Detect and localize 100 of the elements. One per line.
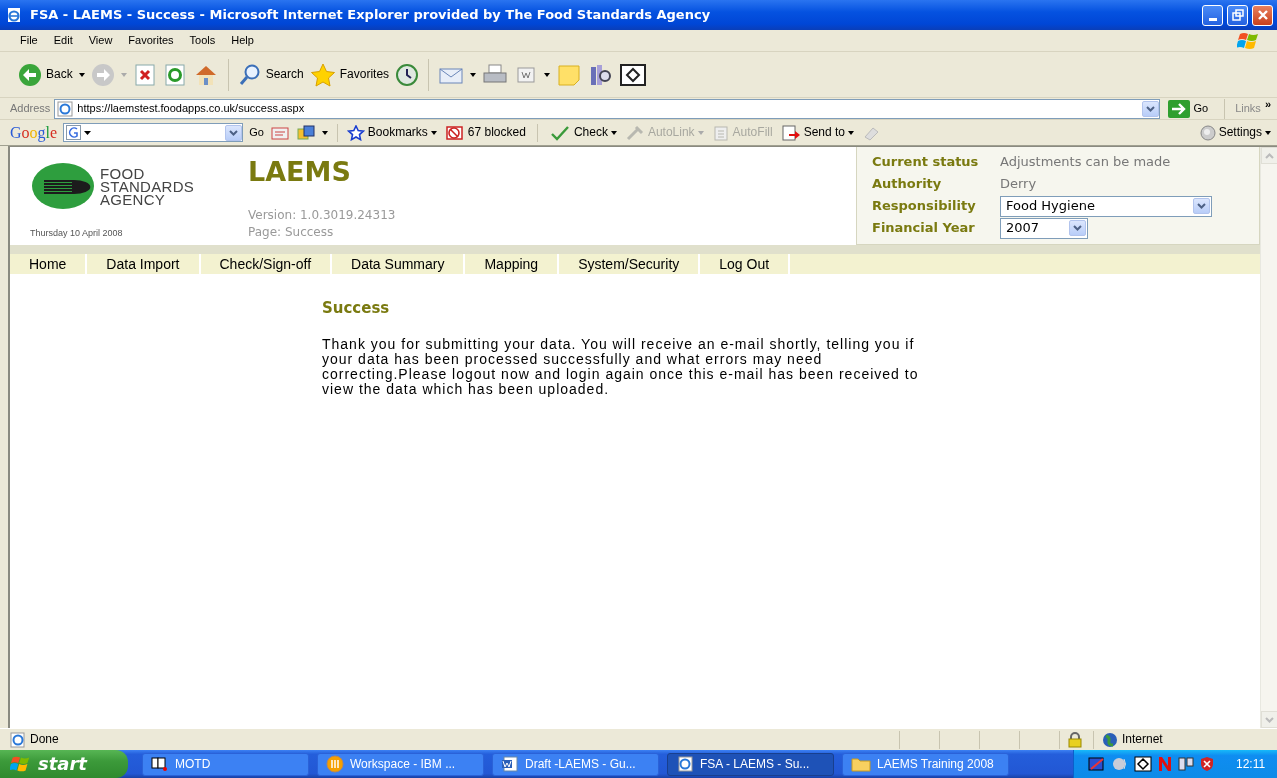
taskbar-button[interactable]: Draft -LAEMS - Gu... — [492, 752, 659, 776]
status-label: Responsibility — [872, 198, 977, 214]
agency-logo-icon — [30, 161, 96, 211]
browser-icon — [676, 756, 694, 772]
more-chevron[interactable]: » — [1264, 98, 1271, 112]
minimize-button[interactable] — [1202, 4, 1223, 26]
nav-link[interactable]: System/Security — [559, 254, 701, 274]
app-title: LAEMS — [248, 157, 352, 187]
restore-icon — [1231, 9, 1244, 21]
stop-button[interactable] — [132, 62, 157, 87]
menu-item[interactable]: Favorites — [120, 33, 182, 48]
agency-text: AGENCY — [100, 192, 166, 206]
messenger-icon[interactable] — [1134, 756, 1152, 772]
go-button[interactable]: Go — [1167, 99, 1209, 118]
refresh-button[interactable] — [162, 62, 187, 87]
menu-item[interactable]: Help — [223, 33, 262, 48]
caret-icon[interactable] — [470, 72, 477, 77]
close-button[interactable] — [1252, 4, 1273, 26]
nav-link[interactable]: Data Summary — [332, 254, 466, 274]
minimize-icon — [1208, 17, 1217, 21]
clock: 12:11 — [1236, 756, 1266, 772]
caret-icon[interactable] — [78, 72, 85, 77]
start-button[interactable]: start — [0, 750, 128, 778]
taskbar-button[interactable]: FSA - LAEMS - Su... — [667, 752, 834, 776]
google-search-field[interactable] — [63, 123, 244, 142]
taskbar-button[interactable]: LAEMS Training 2008 — [842, 752, 1009, 776]
status-value: Derry — [1000, 176, 1037, 192]
taskbar-button[interactable]: Workspace - IBM ... — [317, 752, 484, 776]
window-title: FSA - LAEMS - Success - Microsoft Internet Explorer provided by The Food Standards Agency — [30, 7, 711, 23]
caret-icon — [848, 130, 854, 135]
search-button[interactable]: Search — [237, 62, 304, 87]
globe-icon — [1102, 731, 1118, 748]
toolbar-button[interactable]: Send to — [780, 124, 854, 141]
dropdown-field[interactable]: Food Hygiene — [1000, 195, 1212, 217]
menu-item[interactable]: Tools — [181, 33, 224, 48]
checkmark-icon — [548, 124, 571, 141]
caret-icon — [697, 130, 704, 135]
nav-link[interactable]: Log Out — [700, 254, 791, 274]
menu-item[interactable]: View — [80, 33, 121, 48]
back-button[interactable]: Back — [18, 62, 73, 87]
menu-item[interactable]: Edit — [45, 33, 81, 48]
agency-text: STANDARDS — [100, 179, 195, 193]
page-icon — [57, 100, 74, 117]
status-text: Done — [30, 732, 59, 747]
caret-icon — [430, 130, 437, 135]
nav-link[interactable]: Mapping — [465, 254, 560, 274]
date-label: Thursday 10 April 2008 — [30, 228, 124, 239]
star-icon — [346, 124, 365, 141]
caret-icon[interactable] — [321, 130, 328, 135]
page-label: Page: Success — [248, 224, 335, 241]
settings-button[interactable]: Settings — [1199, 124, 1271, 141]
toolbar-button[interactable]: Check — [548, 124, 617, 141]
status-value: Adjustments can be made — [1000, 154, 1171, 170]
address-field[interactable]: https://laemstest.foodapps.co.uk/success.aspx — [54, 98, 1160, 119]
address-label: Address — [10, 101, 51, 116]
page-heading: Success — [322, 299, 391, 317]
coin-icon — [326, 755, 344, 773]
star-icon — [309, 62, 336, 87]
chevron-down-icon — [1265, 716, 1274, 723]
dropdown-field[interactable]: 2007 — [1000, 217, 1088, 239]
page-icon — [10, 731, 26, 748]
send-icon — [780, 124, 801, 141]
shield-icon[interactable] — [1199, 756, 1215, 772]
restore-button[interactable] — [1227, 4, 1248, 26]
google-go-button[interactable]: Go — [249, 125, 264, 140]
nav-link[interactable]: Home — [10, 254, 88, 274]
document-icon — [501, 756, 519, 772]
menu-item[interactable]: File — [12, 33, 46, 48]
search-icon — [237, 62, 262, 87]
close-icon — [1256, 9, 1269, 21]
chevron-up-icon — [1265, 152, 1274, 159]
blocked-icon — [444, 124, 465, 141]
toolbar-button[interactable]: 67 blocked — [444, 124, 526, 141]
book-icon — [151, 756, 169, 772]
agency-text: FOOD — [100, 166, 146, 180]
favorites-button[interactable]: Favorites — [309, 62, 390, 87]
message-text: Thank you for submitting your data. You will receive an e-mail shortly, telling you if your data has been processed successfully and what errors may need correcting.Please logout now and login again once this e-mail has been received to view the data which has been uploaded. — [322, 337, 920, 397]
lock-icon — [1067, 731, 1082, 748]
popup-icon[interactable] — [295, 124, 316, 141]
google-logo: Google — [10, 122, 58, 143]
status-label: Financial Year — [872, 220, 976, 236]
version-label: Version: 1.0.3019.24313 — [248, 207, 397, 224]
taskbar-button[interactable]: MOTD — [142, 752, 309, 776]
circle-icon — [1199, 124, 1216, 141]
messenger-button[interactable] — [620, 62, 647, 87]
status-label: Current status — [872, 154, 980, 170]
history-button[interactable] — [395, 62, 420, 87]
wand-icon — [624, 124, 645, 141]
nav-link[interactable]: Check/Sign-off — [200, 254, 333, 274]
network-icon[interactable] — [1178, 756, 1194, 772]
tray-icon[interactable] — [1088, 756, 1106, 772]
caret-icon[interactable] — [544, 72, 551, 77]
windows-logo-icon — [10, 755, 32, 773]
nav-link[interactable]: Data Import — [87, 254, 201, 274]
caret-icon — [610, 130, 617, 135]
zone-label: Internet — [1122, 732, 1163, 747]
toolbar-button[interactable]: Bookmarks — [346, 124, 437, 141]
caret-icon — [120, 72, 127, 77]
caret-icon — [1265, 130, 1271, 135]
windows-logo-icon — [1237, 31, 1261, 50]
